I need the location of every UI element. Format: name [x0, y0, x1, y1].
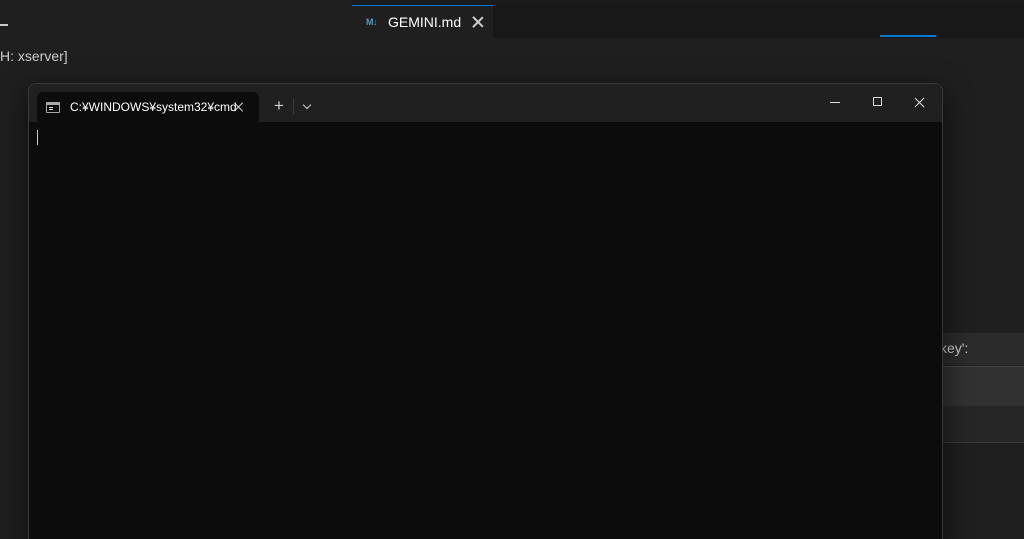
widget-row[interactable]: [940, 406, 1024, 443]
minimize-button[interactable]: [813, 84, 857, 120]
editor-tab-label: GEMINI.md: [388, 14, 462, 30]
maximize-button[interactable]: [856, 84, 900, 120]
tab-divider: [293, 98, 294, 114]
editor-tab-gemini[interactable]: M↓ GEMINI.md: [352, 5, 493, 38]
widget-key-text: key':: [940, 340, 969, 356]
active-indicator: [880, 35, 936, 37]
cmd-icon: [46, 101, 60, 113]
markdown-icon: M↓: [366, 17, 378, 27]
new-tab-button[interactable]: +: [269, 96, 289, 116]
desktop: H: xserver] M↓ GEMINI.md key': C:¥WINDOW…: [0, 0, 1024, 539]
terminal-console[interactable]: [29, 122, 942, 539]
panel-dash: [0, 24, 8, 26]
text-cursor: [37, 130, 38, 145]
widget-input-row[interactable]: [940, 366, 1024, 408]
close-button[interactable]: [898, 84, 942, 120]
chevron-down-icon[interactable]: [297, 96, 317, 116]
terminal-tab-cmd[interactable]: C:¥WINDOWS¥system32¥cmd: [37, 92, 259, 122]
terminal-tab-title: C:¥WINDOWS¥system32¥cmd: [70, 100, 237, 114]
editor-tab-close-icon[interactable]: [471, 15, 485, 29]
remote-ssh-label: H: xserver]: [0, 48, 68, 64]
terminal-window: C:¥WINDOWS¥system32¥cmd +: [28, 83, 943, 539]
terminal-titlebar[interactable]: C:¥WINDOWS¥system32¥cmd +: [29, 84, 942, 122]
terminal-tab-close-icon[interactable]: [233, 101, 245, 113]
